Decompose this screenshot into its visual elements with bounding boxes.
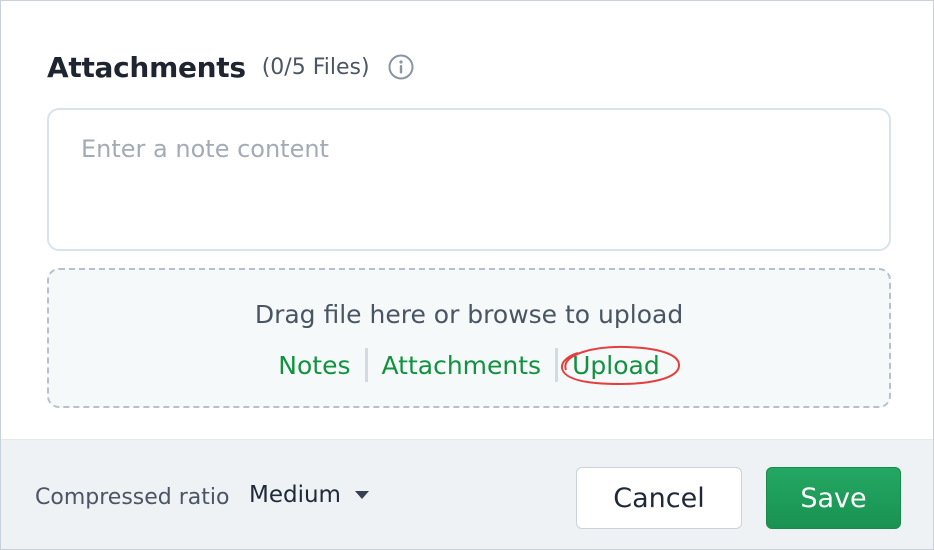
upload-link[interactable]: Upload — [572, 351, 660, 380]
notes-link[interactable]: Notes — [264, 351, 364, 380]
file-dropzone[interactable]: Drag file here or browse to upload Notes… — [47, 268, 891, 408]
attachments-link[interactable]: Attachments — [368, 351, 556, 380]
dropzone-source-links: Notes Attachments Upload — [49, 345, 889, 385]
cancel-button[interactable]: Cancel — [576, 467, 742, 529]
save-button[interactable]: Save — [766, 467, 901, 529]
attachments-panel: Attachments (0/5 Files) Drag file here o… — [0, 0, 934, 550]
attachments-header: Attachments (0/5 Files) — [47, 45, 414, 89]
note-content-field — [47, 108, 891, 251]
upload-link-wrapper[interactable]: Upload — [558, 345, 681, 385]
note-content-input[interactable] — [49, 110, 889, 249]
file-count: (0/5 Files) — [261, 54, 370, 80]
caret-down-icon[interactable] — [354, 491, 369, 499]
info-icon[interactable] — [388, 54, 414, 80]
compressed-ratio-value[interactable]: Medium — [249, 482, 341, 508]
footer-bar: Compressed ratio Medium Cancel Save — [1, 439, 933, 549]
compressed-ratio-dropdown[interactable]: Medium — [249, 482, 369, 508]
section-title: Attachments — [47, 50, 246, 84]
compressed-ratio-label: Compressed ratio — [35, 485, 230, 510]
dropzone-instructions: Drag file here or browse to upload — [254, 300, 684, 329]
